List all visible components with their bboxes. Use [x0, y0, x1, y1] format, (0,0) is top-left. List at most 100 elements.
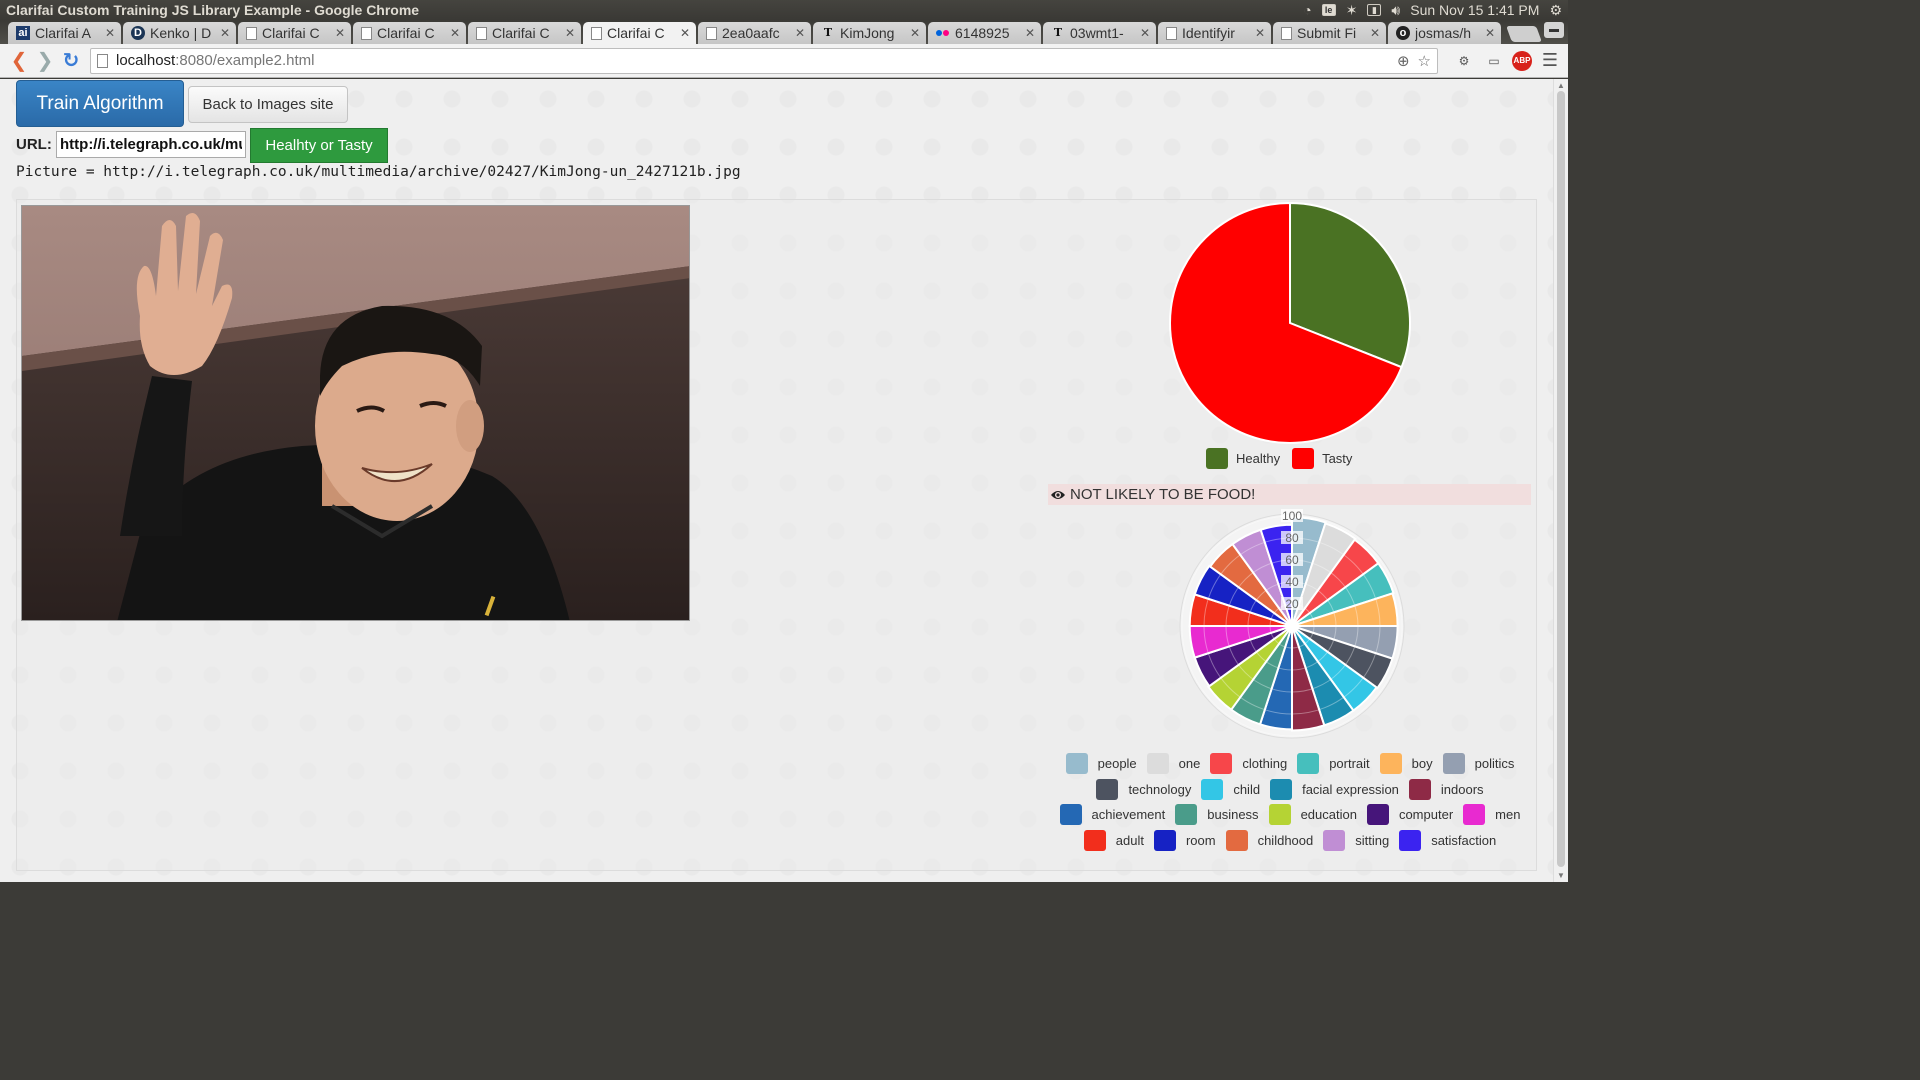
legend-swatch — [1146, 753, 1169, 775]
scroll-up-arrow-icon[interactable]: ▲ — [1557, 81, 1565, 90]
tab-label: 6148925 — [955, 25, 1010, 41]
settings-gear-icon[interactable]: ⚙ — [1549, 2, 1562, 19]
browser-tab[interactable]: T KimJong ✕ — [813, 22, 926, 44]
legend-item: education — [1268, 804, 1357, 826]
scrollbar-thumb[interactable] — [1557, 91, 1565, 867]
new-tab-button[interactable] — [1506, 26, 1542, 42]
keyboard-layout-icon[interactable]: Ie — [1321, 4, 1336, 16]
browser-tab[interactable]: Clarifai C ✕ — [238, 22, 351, 44]
extension-icon[interactable]: ⚙ — [1452, 49, 1476, 73]
tab-label: Clarifai A — [35, 25, 92, 41]
legend-label: child — [1233, 781, 1261, 797]
legend-swatch — [1270, 778, 1293, 800]
volume-icon[interactable]: 🔊︎ — [1391, 2, 1400, 19]
analyzed-photo — [21, 205, 690, 621]
url-host: localhost — [116, 52, 176, 69]
tab-close-icon[interactable]: ✕ — [1025, 26, 1035, 40]
legend-item: computer — [1366, 804, 1454, 826]
tab-close-icon[interactable]: ✕ — [1370, 26, 1380, 40]
page-icon — [97, 53, 108, 68]
tab-label: Submit Fi — [1297, 25, 1357, 41]
tab-close-icon[interactable]: ✕ — [1140, 26, 1150, 40]
tab-label: Kenko | D — [150, 25, 212, 41]
healthy-or-tasty-button[interactable]: Healhty or Tasty — [250, 128, 388, 163]
legend-swatch — [1408, 778, 1431, 800]
browser-tab[interactable]: Submit Fi ✕ — [1273, 22, 1386, 44]
bookmark-star-icon[interactable]: ☆ — [1418, 52, 1431, 70]
legend-label: computer — [1398, 807, 1454, 823]
tab-close-icon[interactable]: ✕ — [335, 26, 345, 40]
browser-tab[interactable]: 2ea0aafc ✕ — [698, 22, 811, 44]
tab-close-icon[interactable]: ✕ — [565, 26, 575, 40]
train-algorithm-button[interactable]: Train Algorithm — [16, 80, 184, 127]
flickr-icon: . — [936, 26, 950, 40]
legend-label: achievement — [1091, 807, 1166, 823]
nyt-icon: T — [1053, 26, 1063, 39]
browser-tab[interactable]: ai Clarifai A ✕ — [8, 22, 121, 44]
url-input[interactable] — [56, 131, 246, 158]
legend-item: Healthy — [1206, 448, 1280, 469]
scroll-down-arrow-icon[interactable]: ▼ — [1557, 871, 1565, 880]
browser-tab[interactable]: Clarifai C ✕ — [583, 22, 696, 44]
tab-label: Clarifai C — [492, 25, 550, 41]
wifi-icon[interactable]: ◔ — [1303, 2, 1311, 18]
page-scrollbar[interactable]: ▲ ▼ — [1553, 79, 1568, 882]
tab-close-icon[interactable]: ✕ — [105, 26, 115, 40]
cast-icon[interactable]: ▭ — [1482, 49, 1506, 73]
legend-swatch — [1442, 753, 1465, 775]
browser-tab[interactable]: Identifyir ✕ — [1158, 22, 1271, 44]
browser-tab[interactable]: . 6148925 ✕ — [928, 22, 1041, 44]
picture-url-text: Picture = http://i.telegraph.co.uk/multi… — [16, 164, 741, 180]
tab-close-icon[interactable]: ✕ — [1485, 26, 1495, 40]
browser-tab[interactable]: T 03wmt1- ✕ — [1043, 22, 1156, 44]
browser-tab[interactable]: D Kenko | D ✕ — [123, 22, 236, 44]
legend-item: people — [1065, 753, 1137, 775]
browser-tab[interactable]: Clarifai C ✕ — [353, 22, 466, 44]
legend-label: indoors — [1440, 781, 1484, 797]
forward-arrow-icon[interactable]: ❯ — [32, 48, 58, 74]
window-title: Clarifai Custom Training JS Library Exam… — [6, 2, 420, 18]
browser-tab[interactable]: Clarifai C ✕ — [468, 22, 581, 44]
bluetooth-icon[interactable]: ✶ — [1346, 2, 1358, 19]
legend-label: men — [1495, 807, 1521, 823]
back-to-images-button[interactable]: Back to Images site — [188, 86, 348, 123]
profile-icon[interactable]: ▬ — [1544, 22, 1564, 38]
pie-legend: Healthy Tasty — [1200, 448, 1358, 469]
legend-swatch — [1225, 829, 1248, 851]
battery-icon[interactable]: ▮ — [1367, 4, 1382, 16]
adblock-icon[interactable]: ABP — [1512, 50, 1532, 71]
legend-swatch — [1059, 804, 1082, 826]
legend-row: achievement business education computer men — [1040, 802, 1540, 828]
legend-swatch — [1206, 448, 1228, 469]
submit-icon — [1281, 26, 1292, 40]
tab-close-icon[interactable]: ✕ — [910, 26, 920, 40]
clock[interactable]: Sun Nov 15 1:41 PM — [1410, 2, 1539, 18]
legend-item: adult — [1083, 829, 1144, 851]
legend-item: facial expression — [1270, 778, 1399, 800]
tab-close-icon[interactable]: ✕ — [220, 26, 230, 40]
tab-close-icon[interactable]: ✕ — [795, 26, 805, 40]
food-alert-banner: NOT LIKELY TO BE FOOD! — [1048, 484, 1531, 505]
legend-swatch — [1268, 804, 1291, 826]
page-icon — [361, 26, 372, 40]
legend-swatch — [1083, 829, 1106, 851]
tab-close-icon[interactable]: ✕ — [450, 26, 460, 40]
alert-text: NOT LIKELY TO BE FOOD! — [1070, 486, 1256, 503]
legend-item: one — [1146, 753, 1200, 775]
browser-tab[interactable]: o josmas/h ✕ — [1388, 22, 1501, 44]
healthy-tasty-pie-chart — [1169, 201, 1411, 444]
reload-icon[interactable]: ↻ — [58, 48, 84, 74]
tags-polar-area-chart: 20 40 60 80 100 — [1179, 509, 1405, 739]
telegraph-icon: T — [823, 26, 833, 39]
legend-label: facial expression — [1302, 781, 1399, 797]
legend-item: satisfaction — [1399, 829, 1496, 851]
legend-swatch — [1297, 753, 1320, 775]
legend-swatch — [1366, 804, 1389, 826]
back-arrow-icon[interactable]: ❮ — [6, 48, 32, 74]
tab-close-icon[interactable]: ✕ — [1255, 26, 1265, 40]
menu-icon[interactable]: ☰ — [1538, 49, 1562, 73]
address-bar[interactable]: localhost :8080/example2.html ⊕ ☆ — [90, 47, 1438, 74]
legend-item: politics — [1442, 753, 1514, 775]
zoom-icon[interactable]: ⊕ — [1397, 52, 1410, 70]
tab-close-icon[interactable]: ✕ — [680, 26, 690, 40]
